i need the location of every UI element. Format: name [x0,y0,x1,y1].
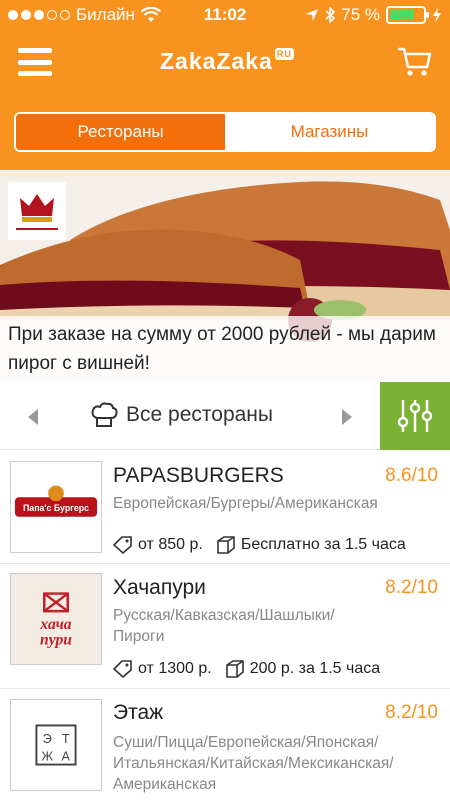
svg-text:Папа'с Бургерс: Папа'с Бургерс [23,503,89,513]
restaurant-name: Этаж [113,701,164,724]
tab-restaurants[interactable]: Рестораны [16,114,225,150]
logo-suffix: RU [274,48,294,60]
category-label: Все рестораны [126,403,273,426]
restaurant-cuisine: Европейская/Бургеры/Американская [113,495,378,512]
status-left: Билайн [8,5,161,25]
svg-text:Э: Э [43,731,52,746]
logo-text: ZakaZaka [160,48,273,74]
wifi-icon [140,7,161,22]
restaurant-list: Папа'с Бургерс PAPASBURGERS 8.6/10 Европ… [0,450,450,800]
category-selector[interactable]: Все рестораны [90,402,273,428]
restaurant-meta: от 1300 р. 200 р. за 1.5 часа [113,660,380,678]
crown-logo [8,182,66,240]
previous-arrow-icon[interactable] [28,409,38,425]
restaurant-row[interactable]: хача пури Хачапури 8.2/10 Русская/Кавказ… [0,564,450,689]
delivery-box-icon [217,536,235,554]
svg-text:А: А [62,749,71,764]
status-bar: Билайн 11:02 75 % [0,0,450,30]
restaurant-rating: 8.2/10 [385,577,438,598]
bluetooth-icon [325,7,336,23]
filter-button[interactable] [380,382,450,450]
filter-bar: Все рестораны [0,382,450,450]
restaurant-logo: Папа'с Бургерс [10,461,102,553]
carrier-label: Билайн [76,5,135,24]
location-icon [306,9,319,21]
next-arrow-icon[interactable] [342,409,352,425]
restaurant-rating: 8.2/10 [385,702,438,723]
delivery-info: Бесплатно за 1.5 часа [240,536,406,553]
delivery-box-icon [225,660,244,678]
restaurant-cuisine: Суши/Пицца/Европейская/Японская/Итальянс… [113,734,394,793]
min-order: от 850 р. [138,536,203,553]
tabs-bar: Рестораны Магазины [0,95,450,170]
delivery-info: 200 р. за 1.5 часа [249,660,381,677]
restaurant-logo: хача пури [10,573,102,665]
min-order: от 1300 р. [138,660,212,677]
battery-icon [386,6,429,24]
sliders-icon [397,400,433,432]
charging-icon [433,7,441,23]
signal-icon [8,10,70,20]
svg-text:Ж: Ж [41,749,53,764]
app-logo: ZakaZaka RU [160,48,300,76]
restaurant-rating: 8.6/10 [385,465,438,486]
price-tag-icon [113,536,132,554]
price-tag-icon [113,660,132,678]
segmented-tabs: Рестораны Магазины [14,112,436,152]
cart-icon[interactable] [398,46,432,78]
promo-banner[interactable]: При заказе на сумму от 2000 рублей - мы … [0,170,450,382]
restaurant-meta: от 850 р. Бесплатно за 1.5 часа [113,536,406,554]
restaurant-logo: Э Т Ж А [10,699,102,791]
svg-text:хача: хача [39,616,71,633]
restaurant-name: Хачапури [113,576,206,599]
restaurant-row[interactable]: Э Т Ж А Этаж 8.2/10 Суши/Пицца/Европейск… [0,689,450,800]
nav-bar: ZakaZaka RU [0,30,450,95]
tab-shops[interactable]: Магазины [225,114,434,150]
battery-percent: 75 % [341,5,380,24]
chef-hat-icon [91,402,118,427]
restaurant-row[interactable]: Папа'с Бургерс PAPASBURGERS 8.6/10 Европ… [0,450,450,564]
restaurant-name: PAPASBURGERS [113,464,284,487]
restaurant-cuisine: Русская/Кавказская/Шашлыки/Пироги [113,607,335,645]
status-right: 75 % [305,5,442,25]
banner-caption: При заказе на сумму от 2000 рублей - мы … [0,316,450,382]
svg-text:пури: пури [40,631,72,648]
svg-text:Т: Т [62,731,70,746]
menu-icon[interactable] [18,48,52,76]
